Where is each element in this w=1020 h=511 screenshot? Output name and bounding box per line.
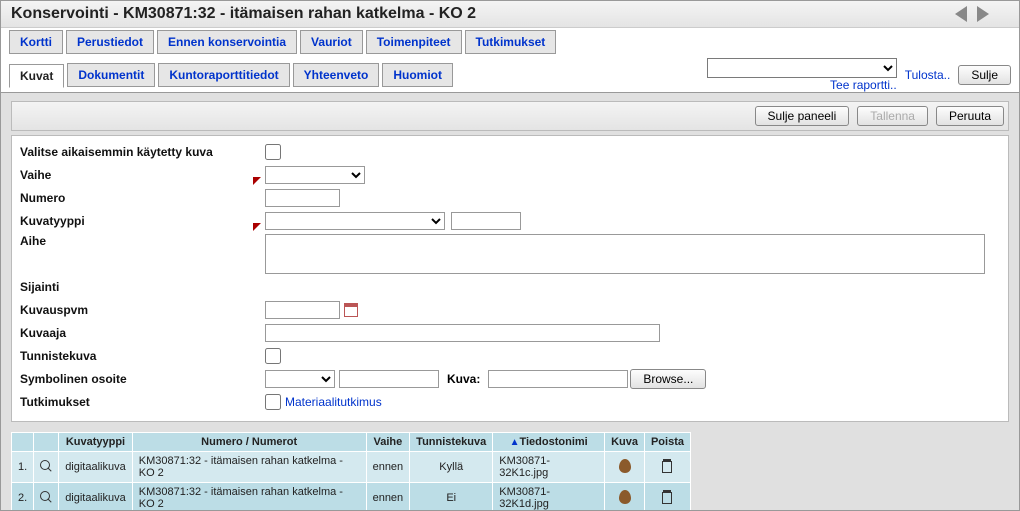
calendar-icon[interactable] bbox=[344, 303, 358, 317]
label-symbolinen: Symbolinen osoite bbox=[20, 372, 265, 386]
link-tee-raportti[interactable]: Tee raportti.. bbox=[830, 78, 897, 92]
numero-input[interactable] bbox=[265, 189, 340, 207]
cell-tunniste: Ei bbox=[410, 483, 493, 511]
thumbnail-icon bbox=[619, 459, 631, 473]
cell-numero: KM30871:32 - itämaisen rahan katkelma - … bbox=[132, 483, 366, 511]
tab-tutkimukset[interactable]: Tutkimukset bbox=[465, 30, 557, 54]
sulje-paneeli-button[interactable]: Sulje paneeli bbox=[755, 106, 850, 126]
kuvatyyppi-extra-input[interactable] bbox=[451, 212, 521, 230]
link-materiaalitutkimus[interactable]: Materiaalitutkimus bbox=[285, 395, 382, 409]
aihe-textarea[interactable] bbox=[265, 234, 985, 274]
tab-kortti[interactable]: Kortti bbox=[9, 30, 63, 54]
tab-huomiot[interactable]: Huomiot bbox=[382, 63, 453, 87]
trash-icon bbox=[661, 490, 673, 504]
label-kuvatyyppi: Kuvatyyppi bbox=[20, 214, 265, 228]
materiaalitutkimus-checkbox[interactable] bbox=[265, 394, 281, 410]
link-tulosta[interactable]: Tulosta.. bbox=[905, 68, 951, 82]
symbolinen-input[interactable] bbox=[339, 370, 439, 388]
record-nav bbox=[955, 6, 1009, 22]
tab-perustiedot[interactable]: Perustiedot bbox=[66, 30, 154, 54]
cell-search[interactable] bbox=[34, 452, 59, 483]
valitse-checkbox[interactable] bbox=[265, 144, 281, 160]
label-numero: Numero bbox=[20, 191, 265, 205]
col-tunnistekuva[interactable]: Tunnistekuva bbox=[410, 433, 493, 452]
cell-numero: KM30871:32 - itämaisen rahan katkelma - … bbox=[132, 452, 366, 483]
kuvauspvm-input[interactable] bbox=[265, 301, 340, 319]
cell-kuvatyyppi: digitaalikuva bbox=[59, 483, 133, 511]
sulje-button[interactable]: Sulje bbox=[958, 65, 1011, 85]
page-title: Konservointi - KM30871:32 - itämaisen ra… bbox=[11, 5, 476, 23]
label-kuvaaja: Kuvaaja bbox=[20, 326, 265, 340]
tab-row-1: Kortti Perustiedot Ennen konservointia V… bbox=[1, 28, 1019, 54]
label-kuvauspvm: Kuvauspvm bbox=[20, 303, 265, 317]
label-aihe: Aihe bbox=[20, 234, 265, 248]
next-record-icon[interactable] bbox=[977, 6, 989, 22]
cell-tiedosto: KM30871-32K1c.jpg bbox=[493, 452, 605, 483]
label-vaihe: Vaihe bbox=[20, 168, 265, 182]
cell-vaihe: ennen bbox=[366, 483, 410, 511]
tab-toimenpiteet[interactable]: Toimenpiteet bbox=[366, 30, 462, 54]
cell-vaihe: ennen bbox=[366, 452, 410, 483]
trash-icon bbox=[661, 459, 673, 473]
tab-kuntoraportti[interactable]: Kuntoraporttitiedot bbox=[158, 63, 289, 87]
tab-dokumentit[interactable]: Dokumentit bbox=[67, 63, 155, 87]
col-search bbox=[34, 433, 59, 452]
label-kuva: Kuva: bbox=[447, 372, 480, 386]
image-form: Valitse aikaisemmin käytetty kuva Vaihe … bbox=[11, 135, 1009, 422]
browse-button[interactable]: Browse... bbox=[630, 369, 706, 389]
search-icon bbox=[40, 491, 52, 503]
prev-record-icon[interactable] bbox=[955, 6, 967, 22]
grid-header-row: Kuvatyyppi Numero / Numerot Vaihe Tunnis… bbox=[12, 433, 691, 452]
file-path-input[interactable] bbox=[488, 370, 628, 388]
table-row[interactable]: 2. digitaalikuva KM30871:32 - itämaisen … bbox=[12, 483, 691, 511]
tab-vauriot[interactable]: Vauriot bbox=[300, 30, 363, 54]
cell-idx: 2. bbox=[12, 483, 34, 511]
tallenna-button[interactable]: Tallenna bbox=[857, 106, 928, 126]
cell-delete[interactable] bbox=[644, 483, 690, 511]
cell-search[interactable] bbox=[34, 483, 59, 511]
label-tutkimukset: Tutkimukset bbox=[20, 395, 265, 409]
sort-asc-icon: ▲ bbox=[510, 437, 520, 448]
col-tiedostonimi[interactable]: ▲Tiedostonimi bbox=[493, 433, 605, 452]
search-icon bbox=[40, 460, 52, 472]
cell-thumb[interactable] bbox=[605, 452, 645, 483]
tab-kuvat[interactable]: Kuvat bbox=[9, 64, 64, 88]
kuvaaja-input[interactable] bbox=[265, 324, 660, 342]
panel-action-bar: Sulje paneeli Tallenna Peruuta bbox=[11, 101, 1009, 131]
report-select[interactable] bbox=[707, 58, 897, 78]
symbolinen-select[interactable] bbox=[265, 370, 335, 388]
col-poista[interactable]: Poista bbox=[644, 433, 690, 452]
label-valitse: Valitse aikaisemmin käytetty kuva bbox=[20, 145, 265, 159]
cell-delete[interactable] bbox=[644, 452, 690, 483]
table-row[interactable]: 1. digitaalikuva KM30871:32 - itämaisen … bbox=[12, 452, 691, 483]
col-vaihe[interactable]: Vaihe bbox=[366, 433, 410, 452]
cell-kuvatyyppi: digitaalikuva bbox=[59, 452, 133, 483]
tab-yhteenveto[interactable]: Yhteenveto bbox=[293, 63, 380, 87]
cell-idx: 1. bbox=[12, 452, 34, 483]
tunnistekuva-checkbox[interactable] bbox=[265, 348, 281, 364]
thumbnail-icon bbox=[619, 490, 631, 504]
col-numero[interactable]: Numero / Numerot bbox=[132, 433, 366, 452]
vaihe-select[interactable] bbox=[265, 166, 365, 184]
col-kuva[interactable]: Kuva bbox=[605, 433, 645, 452]
kuvatyyppi-select[interactable] bbox=[265, 212, 445, 230]
cell-tiedosto: KM30871-32K1d.jpg bbox=[493, 483, 605, 511]
col-idx bbox=[12, 433, 34, 452]
cell-thumb[interactable] bbox=[605, 483, 645, 511]
col-kuvatyyppi[interactable]: Kuvatyyppi bbox=[59, 433, 133, 452]
label-tunnistekuva: Tunnistekuva bbox=[20, 349, 265, 363]
peruuta-button[interactable]: Peruuta bbox=[936, 106, 1004, 126]
label-sijainti: Sijainti bbox=[20, 280, 265, 294]
cell-tunniste: Kyllä bbox=[410, 452, 493, 483]
tab-ennen[interactable]: Ennen konservointia bbox=[157, 30, 297, 54]
tab-row-2: Kuvat Dokumentit Kuntoraporttitiedot Yht… bbox=[1, 56, 1019, 92]
image-grid: Kuvatyyppi Numero / Numerot Vaihe Tunnis… bbox=[11, 432, 691, 510]
